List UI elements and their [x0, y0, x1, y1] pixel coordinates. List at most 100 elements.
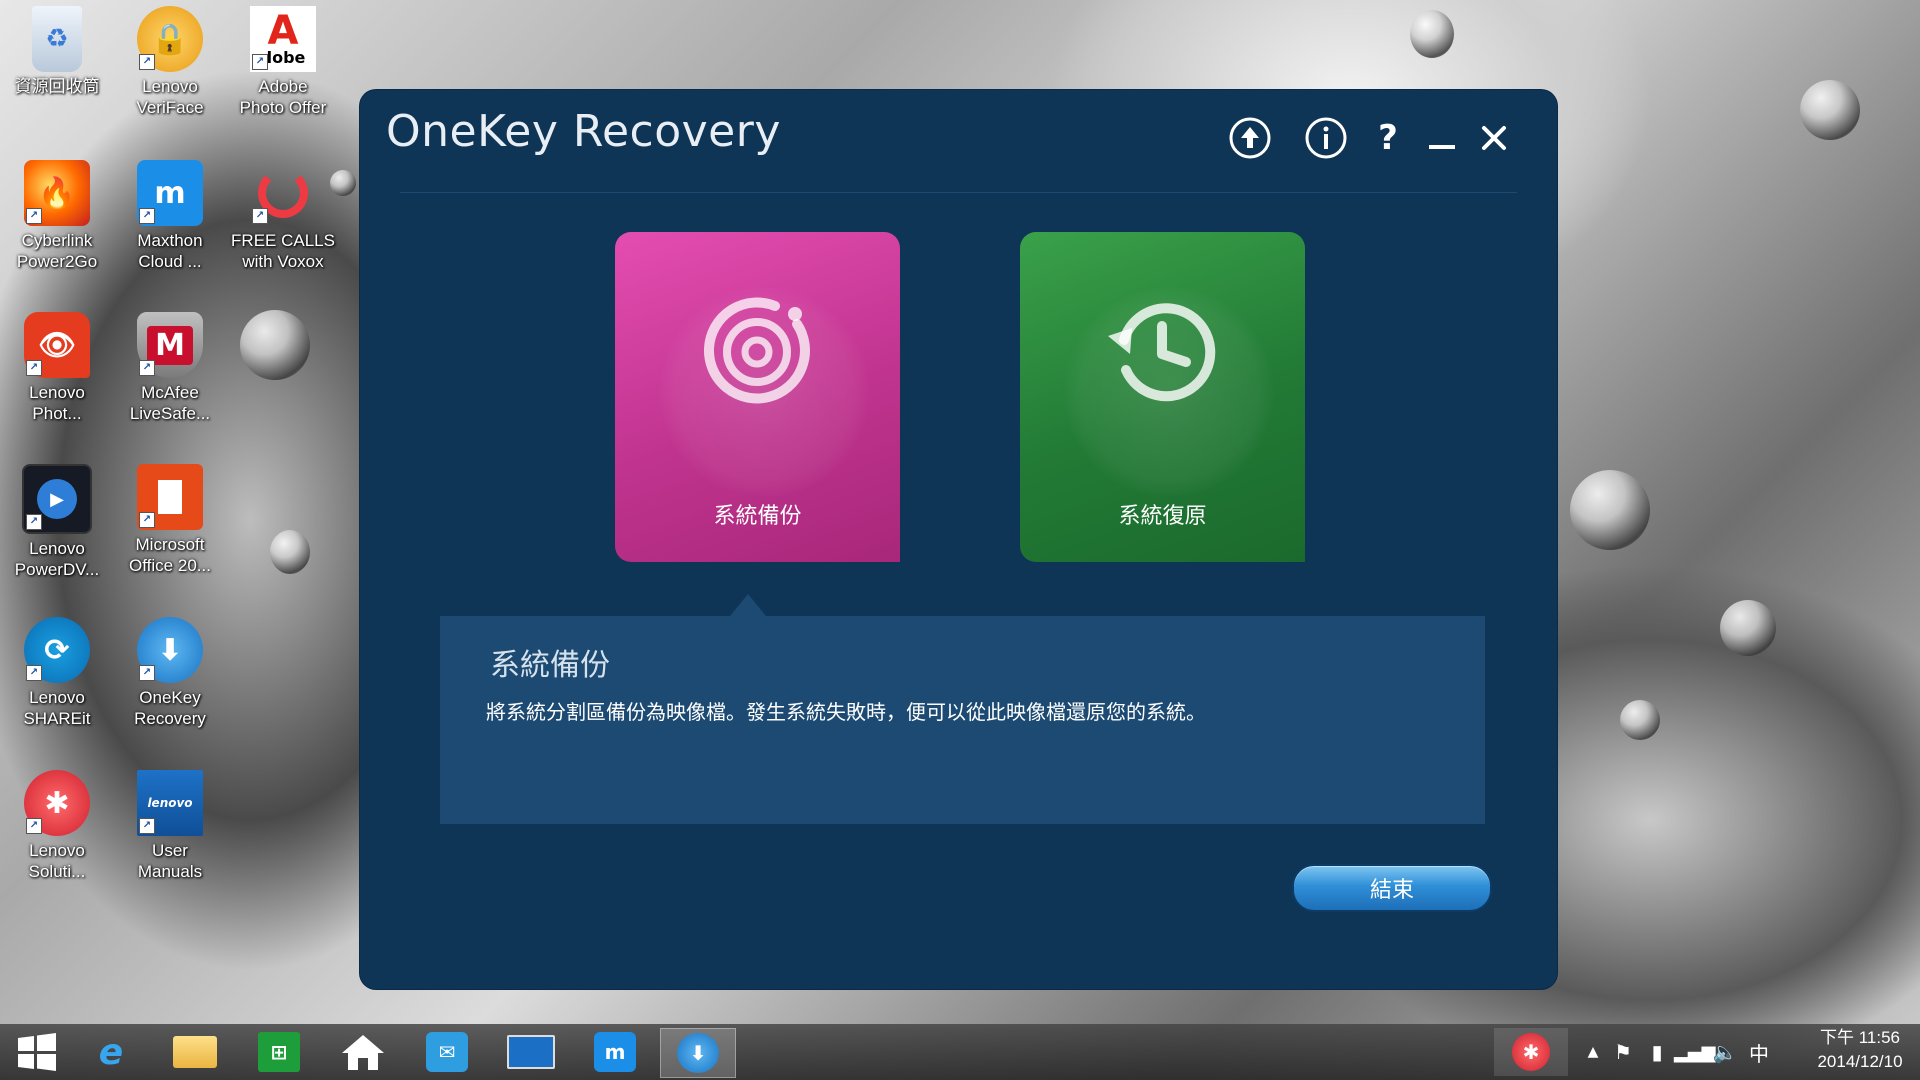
help-button[interactable]: ? [1370, 116, 1406, 160]
desktop-icon-powerdvd[interactable]: ▶ ↗ Lenovo PowerDV... [2, 464, 112, 580]
taskbar-mail[interactable]: ✉ [410, 1028, 484, 1076]
voxox-icon: ↗ [250, 160, 316, 226]
onekey-recovery-icon: ⬇ [677, 1033, 719, 1073]
info-panel: 系統備份 將系統分割區備份為映像檔。發生系統失敗時，便可以從此映像檔還原您的系統… [440, 616, 1485, 824]
minimize-button[interactable] [1424, 116, 1460, 160]
shortcut-arrow-icon: ↗ [139, 512, 155, 528]
volume-icon[interactable]: 🔈 [1708, 1040, 1742, 1064]
shortcut-arrow-icon: ↗ [26, 208, 42, 224]
wallpaper-droplet [1720, 600, 1776, 656]
office-icon: ↗ [137, 464, 203, 530]
shortcut-arrow-icon: ↗ [139, 818, 155, 834]
desktop-icon-mcafee[interactable]: M ↗ McAfee LiveSafe... [115, 312, 225, 424]
shortcut-arrow-icon: ↗ [139, 54, 155, 70]
taskbar-internet-explorer[interactable]: e [74, 1028, 148, 1076]
lenovo-photo-icon: 👁 ↗ [24, 312, 90, 378]
close-button[interactable] [1476, 116, 1512, 160]
ime-indicator[interactable]: 中 [1742, 1038, 1776, 1067]
desktop-icon-power2go[interactable]: 🔥 ↗ Cyberlink Power2Go [2, 160, 112, 272]
system-backup-tile[interactable]: 系統備份 [615, 232, 900, 562]
info-panel-pointer [730, 594, 766, 616]
wallpaper-droplet [1570, 470, 1650, 550]
show-hidden-icon[interactable]: ▲ [1580, 1044, 1606, 1060]
system-restore-tile[interactable]: 系統復原 [1020, 232, 1305, 562]
power-icon[interactable]: ▮ [1640, 1040, 1674, 1064]
shortcut-arrow-icon: ↗ [252, 54, 268, 70]
taskbar-file-explorer[interactable] [158, 1028, 232, 1076]
store-icon: ⊞ [258, 1032, 300, 1072]
lenovo-monitor-icon [507, 1035, 555, 1069]
wallpaper-droplet [240, 310, 310, 380]
mcafee-icon: M ↗ [137, 312, 203, 378]
desktop-icon-lenovo-solution[interactable]: ✱ ↗ Lenovo Soluti... [2, 770, 112, 882]
system-tray: ▲ ⚑ ▮ ▂▄▆ 🔈 中 [1580, 1024, 1776, 1080]
internet-explorer-icon: e [98, 1031, 124, 1073]
shortcut-arrow-icon: ↗ [139, 208, 155, 224]
mail-icon: ✉ [426, 1032, 468, 1072]
taskbar-lenovo-solution[interactable]: ✱ [1494, 1028, 1568, 1076]
action-tiles: 系統備份 系統復原 [360, 232, 1557, 572]
taskbar-store[interactable]: ⊞ [242, 1028, 316, 1076]
flag-icon[interactable]: ⚑ [1606, 1040, 1640, 1064]
desktop-icon-office[interactable]: ↗ Microsoft Office 20... [115, 464, 225, 576]
desktop-icon-recycle-bin[interactable]: ♻ 資源回收筒 [2, 6, 112, 97]
desktop-icon-veriface[interactable]: 🔒 ↗ Lenovo VeriFace [115, 6, 225, 118]
maxthon-icon: m [594, 1032, 636, 1072]
lenovo-solution-icon: ✱ [1512, 1033, 1550, 1071]
home-icon [342, 1035, 384, 1070]
desktop-icon-user-manuals[interactable]: lenovo ↗ User Manuals [115, 770, 225, 882]
shortcut-arrow-icon: ↗ [26, 514, 42, 530]
info-icon [1305, 117, 1347, 159]
wallpaper-droplet [1410, 10, 1454, 58]
shortcut-arrow-icon: ↗ [26, 818, 42, 834]
wallpaper-droplet [1800, 80, 1860, 140]
update-button[interactable] [1226, 116, 1274, 160]
exit-button[interactable]: 結束 [1292, 864, 1492, 912]
onekey-recovery-window: OneKey Recovery ? 系統備份 系統復原 系統備份 將系統分割區備… [360, 90, 1557, 989]
info-panel-description: 將系統分割區備份為映像檔。發生系統失敗時，便可以從此映像檔還原您的系統。 [486, 700, 1206, 724]
taskbar-home[interactable] [326, 1028, 400, 1076]
wallpaper-droplet [270, 530, 310, 574]
system-restore-label: 系統復原 [1118, 504, 1207, 529]
disc-backup-icon [704, 297, 810, 404]
window-title: OneKey Recovery [386, 106, 781, 157]
clock-restore-icon [1108, 303, 1216, 402]
wallpaper-droplet [1620, 700, 1660, 740]
desktop-icon-voxox[interactable]: ↗ FREE CALLS with Voxox [228, 160, 338, 272]
shortcut-arrow-icon: ↗ [26, 360, 42, 376]
upload-icon [1229, 117, 1271, 159]
recycle-bin-icon: ♻ [32, 6, 82, 72]
lenovo-solution-icon: ✱ ↗ [24, 770, 90, 836]
clock-time: 下午 11:56 [1819, 1028, 1900, 1047]
about-button[interactable] [1302, 116, 1350, 160]
desktop-icon-onekey-recovery[interactable]: ⬇ ↗ OneKey Recovery [115, 617, 225, 729]
powerdvd-icon: ▶ ↗ [22, 464, 92, 534]
taskbar-maxthon[interactable]: m [578, 1028, 652, 1076]
adobe-icon: A dobe ↗ [250, 6, 316, 72]
desktop-icon-lenovo-photo[interactable]: 👁 ↗ Lenovo Phot... [2, 312, 112, 424]
taskbar-onekey-recovery[interactable]: ⬇ [660, 1028, 736, 1078]
taskbar-lenovo-monitor[interactable] [494, 1028, 568, 1076]
shortcut-arrow-icon: ↗ [26, 665, 42, 681]
close-icon [1482, 126, 1506, 150]
veriface-icon: 🔒 ↗ [137, 6, 203, 72]
onekey-recovery-icon: ⬇ ↗ [137, 617, 203, 683]
shortcut-arrow-icon: ↗ [139, 360, 155, 376]
file-explorer-icon [173, 1036, 217, 1068]
help-icon: ? [1378, 118, 1398, 158]
shortcut-arrow-icon: ↗ [139, 665, 155, 681]
title-separator [400, 192, 1517, 193]
power2go-icon: 🔥 ↗ [24, 160, 90, 226]
clock-date: 2014/12/10 [1817, 1052, 1903, 1071]
shareit-icon: ⟳ ↗ [24, 617, 90, 683]
user-manuals-icon: lenovo ↗ [137, 770, 203, 836]
title-bar[interactable]: OneKey Recovery ? [360, 90, 1557, 195]
desktop-icon-shareit[interactable]: ⟳ ↗ Lenovo SHAREit [2, 617, 112, 729]
desktop-icon-adobe[interactable]: A dobe ↗ Adobe Photo Offer [228, 6, 338, 118]
start-button[interactable] [0, 1028, 74, 1076]
desktop-icon-maxthon[interactable]: m ↗ Maxthon Cloud ... [115, 160, 225, 272]
signal-icon[interactable]: ▂▄▆ [1674, 1042, 1716, 1063]
shortcut-arrow-icon: ↗ [252, 208, 268, 224]
clock[interactable]: 下午 11:56 2014/12/10 [1800, 1026, 1920, 1074]
system-backup-label: 系統備份 [713, 504, 802, 529]
